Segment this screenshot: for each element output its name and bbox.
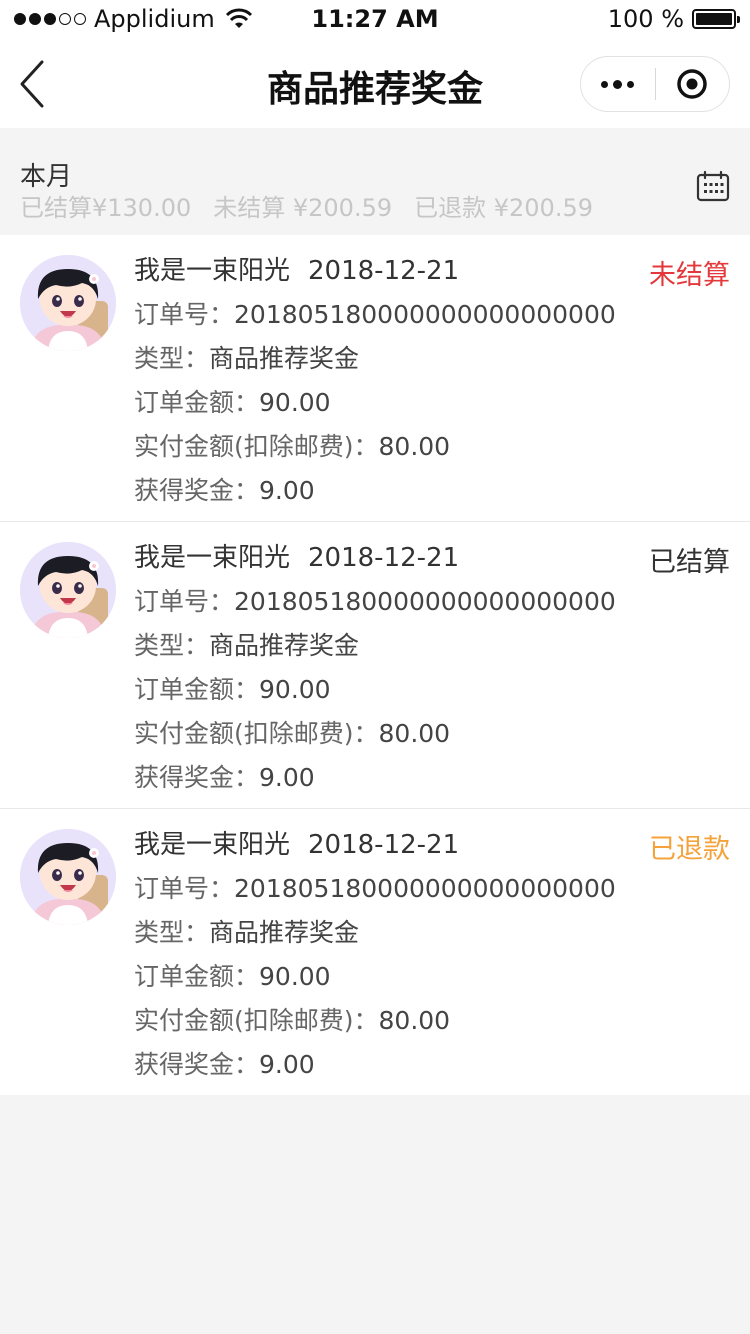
record-date: 2018-12-21 [308,830,460,860]
more-dots-icon [601,80,609,88]
more-button[interactable] [581,56,655,112]
calendar-button[interactable] [696,170,730,202]
settled-total: 已结算¥130.00 [20,194,192,222]
type-row: 类型：商品推荐奖金 [134,911,730,955]
user-name: 我是一束阳光 [134,543,291,573]
paid-amount-row: 实付金额(扣除邮费)：80.00 [134,999,730,1043]
order-amount-row: 订单金额：90.00 [134,668,730,712]
navigation-bar: 商品推荐奖金 [0,40,750,128]
battery-percentage: 100 % [607,5,684,33]
order-amount-value: 90.00 [259,962,331,991]
status-badge: 已退款 [649,834,730,865]
mini-program-capsule [580,56,730,112]
summary-stats: 已结算¥130.00 未结算 ¥200.59 已退款 ¥200.59 [20,188,593,223]
battery-icon [692,9,740,29]
list-item[interactable]: 我是一束阳光 2018-12-21 订单号：2018051800000000000… [0,522,750,809]
bonus-label: 获得奖金： [134,1050,260,1079]
record-details: 我是一束阳光 2018-12-21 订单号：2018051800000000000… [134,249,730,513]
type-value: 商品推荐奖金 [209,344,360,373]
order-amount-label: 订单金额： [134,675,260,704]
order-number-value: 201805180000000000000000 [234,874,616,903]
paid-amount-value: 80.00 [378,719,451,748]
bonus-row: 获得奖金：9.00 [134,756,730,800]
paid-amount-row: 实付金额(扣除邮费)：80.00 [134,712,730,756]
record-details: 我是一束阳光 2018-12-21 订单号：2018051800000000000… [134,823,730,1087]
status-badge: 未结算 [649,260,730,291]
record-date: 2018-12-21 [308,256,460,286]
refunded-total: 已退款 ¥200.59 [414,194,593,222]
list-item[interactable]: 我是一束阳光 2018-12-21 订单号：2018051800000000000… [0,809,750,1095]
bonus-row: 获得奖金：9.00 [134,469,730,513]
type-value: 商品推荐奖金 [209,918,360,947]
order-number-row: 订单号：201805180000000000000000 [134,293,730,337]
order-amount-row: 订单金额：90.00 [134,955,730,999]
type-row: 类型：商品推荐奖金 [134,337,730,381]
paid-amount-label: 实付金额(扣除邮费)： [134,1006,379,1035]
list-item[interactable]: 我是一束阳光 2018-12-21 订单号：2018051800000000000… [0,235,750,522]
type-label: 类型： [134,918,210,947]
status-bar: Applidium 11:27 AM 100 % [0,0,750,40]
order-number-value: 201805180000000000000000 [234,300,616,329]
order-number-label: 订单号： [134,587,235,616]
type-value: 商品推荐奖金 [209,631,360,660]
record-details: 我是一束阳光 2018-12-21 订单号：2018051800000000000… [134,536,730,800]
user-name: 我是一束阳光 [134,830,291,860]
summary-header: 本月 已结算¥130.00 未结算 ¥200.59 已退款 ¥200.59 [0,128,750,235]
bonus-row: 获得奖金：9.00 [134,1043,730,1087]
bonus-value: 9.00 [259,763,315,792]
order-number-label: 订单号： [134,874,235,903]
order-number-row: 订单号：201805180000000000000000 [134,867,730,911]
target-circle-icon [677,69,707,99]
unsettled-total: 未结算 ¥200.59 [213,194,393,222]
record-header: 我是一束阳光 2018-12-21 [134,249,730,293]
type-row: 类型：商品推荐奖金 [134,624,730,668]
record-header: 我是一束阳光 2018-12-21 [134,823,730,867]
order-number-label: 订单号： [134,300,235,329]
battery-status: 100 % [607,5,740,33]
order-number-value: 201805180000000000000000 [234,587,616,616]
paid-amount-value: 80.00 [378,432,451,461]
close-mini-program-button[interactable] [656,56,730,112]
avatar [20,542,116,638]
order-amount-value: 90.00 [259,388,331,417]
type-label: 类型： [134,344,210,373]
paid-amount-value: 80.00 [378,1006,451,1035]
bonus-label: 获得奖金： [134,476,260,505]
back-button[interactable] [14,58,50,110]
paid-amount-label: 实付金额(扣除邮费)： [134,432,379,461]
avatar [20,255,116,351]
record-header: 我是一束阳光 2018-12-21 [134,536,730,580]
order-amount-row: 订单金额：90.00 [134,381,730,425]
order-amount-label: 订单金额： [134,388,260,417]
bonus-record-list: 我是一束阳光 2018-12-21 订单号：2018051800000000000… [0,235,750,1095]
order-amount-label: 订单金额： [134,962,260,991]
order-number-row: 订单号：201805180000000000000000 [134,580,730,624]
avatar [20,829,116,925]
type-label: 类型： [134,631,210,660]
bonus-value: 9.00 [259,1050,315,1079]
paid-amount-row: 实付金额(扣除邮费)：80.00 [134,425,730,469]
order-amount-value: 90.00 [259,675,331,704]
bonus-value: 9.00 [259,476,315,505]
record-date: 2018-12-21 [308,543,460,573]
status-badge: 已结算 [649,547,730,578]
user-name: 我是一束阳光 [134,256,291,286]
paid-amount-label: 实付金额(扣除邮费)： [134,719,379,748]
bonus-label: 获得奖金： [134,763,260,792]
